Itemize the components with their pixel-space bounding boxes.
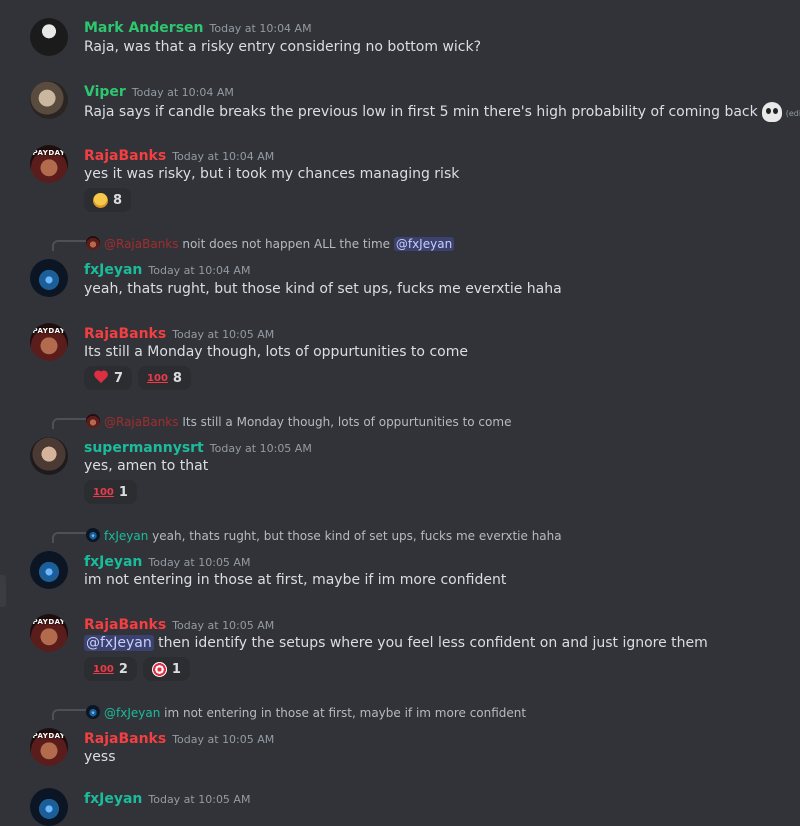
avatar[interactable]: [30, 437, 68, 475]
reply-text: Its still a Monday though, lots of oppur…: [182, 415, 512, 429]
avatar-badge: PAYDAY: [32, 618, 66, 626]
saluting-face-icon: [93, 192, 108, 208]
reaction-count: 1: [171, 661, 181, 677]
author-name[interactable]: Viper: [84, 84, 126, 100]
reply-avatar: [86, 528, 100, 542]
avatar[interactable]: PAYDAY: [30, 614, 68, 652]
reaction-button[interactable]: 100 8: [138, 366, 191, 390]
timestamp: Today at 10:05 AM: [209, 442, 312, 455]
reply-avatar: [86, 705, 100, 719]
avatar-badge: PAYDAY: [32, 327, 66, 335]
hundred-points-icon: 100: [93, 486, 114, 498]
edited-label: (edited): [785, 109, 800, 118]
avatar[interactable]: [30, 259, 68, 297]
author-name[interactable]: RajaBanks: [84, 617, 166, 633]
message-text: Raja says if candle breaks the previous …: [84, 104, 758, 120]
reply-connector: [52, 240, 86, 251]
reply-preview[interactable]: @fxJeyan im not entering in those at fir…: [86, 705, 526, 720]
reply-text: yeah, thats rught, but those kind of set…: [152, 529, 562, 543]
author-name[interactable]: RajaBanks: [84, 731, 166, 747]
message-text: yeah, thats rught, but those kind of set…: [84, 281, 562, 297]
reaction-count: 7: [114, 370, 124, 386]
reply-text: noit does not happen ALL the time: [182, 237, 391, 251]
timestamp: Today at 10:04 AM: [131, 86, 234, 99]
chat-message-feed: Mark Andersen Today at 10:04 AM Raja, was…: [0, 0, 800, 826]
scrollbar-thumb[interactable]: [0, 575, 6, 607]
author-name[interactable]: fxJeyan: [84, 791, 142, 807]
author-name[interactable]: fxJeyan: [84, 262, 142, 278]
reaction-count: 1: [118, 484, 128, 500]
reply-connector: [52, 709, 86, 720]
reaction-button[interactable]: 100 1: [84, 480, 137, 504]
reply-avatar: [86, 414, 100, 428]
timestamp: Today at 10:05 AM: [172, 328, 275, 341]
hundred-points-icon: 100: [147, 372, 168, 384]
reaction-count: 8: [172, 370, 182, 386]
reply-preview[interactable]: @RajaBanks noit does not happen ALL the …: [86, 236, 455, 251]
message-text: im not entering in those at first, maybe…: [84, 572, 507, 588]
timestamp: Today at 10:04 AM: [148, 264, 251, 277]
reply-avatar: [86, 236, 100, 250]
skull-emoji-icon: [761, 102, 782, 122]
heart-icon: [93, 371, 109, 385]
avatar[interactable]: PAYDAY: [30, 145, 68, 183]
avatar[interactable]: [30, 81, 68, 119]
message-text: yes it was risky, but i took my chances …: [84, 166, 460, 182]
message-text: yes, amen to that: [84, 458, 209, 474]
avatar[interactable]: [30, 788, 68, 826]
author-name[interactable]: supermannysrt: [84, 440, 204, 456]
reply-preview[interactable]: fxJeyan yeah, thats rught, but those kin…: [86, 528, 562, 543]
reply-author[interactable]: @RajaBanks: [104, 415, 179, 429]
timestamp: Today at 10:05 AM: [148, 556, 251, 569]
avatar[interactable]: PAYDAY: [30, 728, 68, 766]
reply-preview[interactable]: @RajaBanks Its still a Monday though, lo…: [86, 414, 511, 429]
timestamp: Today at 10:04 AM: [209, 22, 312, 35]
reaction-button[interactable]: 100 2: [84, 657, 137, 681]
reply-connector: [52, 418, 86, 429]
reply-author[interactable]: @fxJeyan: [104, 706, 160, 720]
author-name[interactable]: fxJeyan: [84, 554, 142, 570]
mention[interactable]: @fxJeyan: [84, 635, 154, 651]
message-text: then identify the setups where you feel …: [158, 635, 708, 651]
timestamp: Today at 10:05 AM: [172, 619, 275, 632]
reaction-count: 2: [118, 661, 128, 677]
avatar-badge: PAYDAY: [32, 149, 66, 157]
message-text: Raja, was that a risky entry considering…: [84, 39, 482, 55]
avatar-badge: PAYDAY: [32, 732, 66, 740]
reaction-count: 8: [113, 192, 123, 208]
timestamp: Today at 10:05 AM: [172, 733, 275, 746]
avatar[interactable]: [30, 551, 68, 589]
reaction-button[interactable]: 8: [84, 188, 132, 212]
reply-author[interactable]: fxJeyan: [104, 529, 148, 543]
message-text: yess: [84, 749, 116, 765]
author-name[interactable]: Mark Andersen: [84, 20, 204, 36]
avatar[interactable]: [30, 18, 68, 56]
author-name[interactable]: RajaBanks: [84, 148, 166, 164]
direct-hit-icon: [151, 661, 167, 677]
avatar[interactable]: PAYDAY: [30, 323, 68, 361]
reply-author[interactable]: @RajaBanks: [104, 237, 179, 251]
timestamp: Today at 10:04 AM: [172, 150, 275, 163]
author-name[interactable]: RajaBanks: [84, 326, 166, 342]
hundred-points-icon: 100: [93, 663, 114, 675]
reply-text: im not entering in those at first, maybe…: [164, 706, 527, 720]
reply-connector: [52, 532, 86, 543]
message-text: Its still a Monday though, lots of oppur…: [84, 344, 468, 360]
reaction-button[interactable]: 7: [84, 366, 133, 390]
mention[interactable]: @fxJeyan: [393, 237, 455, 251]
reaction-button[interactable]: 1: [142, 657, 190, 681]
